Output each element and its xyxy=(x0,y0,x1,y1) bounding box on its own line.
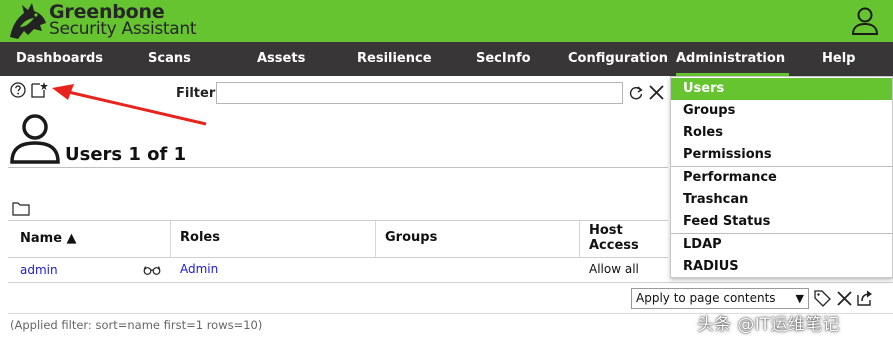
dropdown-item-groups[interactable]: Groups xyxy=(671,100,892,122)
menu-secinfo[interactable]: SecInfo xyxy=(476,42,531,76)
menu-configuration[interactable]: Configuration xyxy=(568,42,668,76)
menu-help[interactable]: Help xyxy=(822,42,855,76)
help-icon[interactable] xyxy=(10,82,26,98)
menu-dashboards[interactable]: Dashboards xyxy=(16,42,103,76)
user-menu-icon[interactable] xyxy=(850,6,880,36)
dropdown-item-feed-status[interactable]: Feed Status xyxy=(671,211,892,233)
filter-input[interactable] xyxy=(216,82,623,104)
dropdown-item-users[interactable]: Users xyxy=(671,78,892,100)
dropdown-item-performance[interactable]: Performance xyxy=(671,167,892,189)
brand-subtitle: Security Assistant xyxy=(49,19,197,39)
column-divider xyxy=(170,221,171,257)
main-menu-bar: Dashboards Scans Assets Resilience SecIn… xyxy=(0,42,893,76)
page-title: Users 1 of 1 xyxy=(65,144,187,165)
folder-icon[interactable] xyxy=(12,201,30,216)
bulk-action-selected: Apply to page contents xyxy=(636,291,776,305)
delete-icon[interactable] xyxy=(836,290,853,307)
column-header-roles[interactable]: Roles xyxy=(180,230,220,245)
filter-label: Filter xyxy=(176,86,216,101)
column-header-host-access-line2[interactable]: Access xyxy=(589,238,639,253)
menu-administration[interactable]: Administration xyxy=(676,42,790,76)
column-header-host-access[interactable]: Host xyxy=(589,223,623,238)
administration-dropdown-menu: Users Groups Roles Permissions Performan… xyxy=(670,76,893,278)
bulk-action-select[interactable]: Apply to page contents ▼ xyxy=(631,288,809,309)
refresh-icon[interactable] xyxy=(628,85,644,101)
applied-filter-text: (Applied filter: sort=name first=1 rows=… xyxy=(10,318,263,332)
user-role-link[interactable]: Admin xyxy=(180,262,218,276)
menu-resilience[interactable]: Resilience xyxy=(357,42,432,76)
column-header-name[interactable]: Name ▲ xyxy=(20,231,77,246)
user-name-link[interactable]: admin xyxy=(20,263,58,277)
table-header-border xyxy=(8,257,668,258)
users-section-icon xyxy=(10,114,60,164)
table-top-border xyxy=(8,220,668,221)
greenbone-logo-icon[interactable] xyxy=(6,1,48,41)
user-host-access-cell: Allow all xyxy=(589,262,639,276)
watermark-text: 头条 @IT运维笔记 xyxy=(697,315,840,335)
table-bottom-border xyxy=(8,282,893,283)
observer-glasses-icon xyxy=(143,266,161,275)
menu-assets[interactable]: Assets xyxy=(257,42,305,76)
chevron-down-icon: ▼ xyxy=(795,292,804,305)
dropdown-item-ldap[interactable]: LDAP xyxy=(671,234,892,256)
dropdown-item-permissions[interactable]: Permissions xyxy=(671,144,892,166)
column-header-groups[interactable]: Groups xyxy=(385,230,437,245)
column-divider xyxy=(375,221,376,257)
tag-icon[interactable] xyxy=(814,290,831,307)
dropdown-item-radius[interactable]: RADIUS xyxy=(671,256,892,278)
menu-scans[interactable]: Scans xyxy=(148,42,191,76)
dropdown-item-roles[interactable]: Roles xyxy=(671,122,892,144)
app-header: Greenbone Security Assistant xyxy=(0,0,893,42)
column-divider xyxy=(579,221,580,257)
export-icon[interactable] xyxy=(856,289,874,307)
title-divider xyxy=(8,167,668,168)
clear-filter-icon[interactable] xyxy=(648,84,665,101)
dropdown-item-trashcan[interactable]: Trashcan xyxy=(671,189,892,211)
